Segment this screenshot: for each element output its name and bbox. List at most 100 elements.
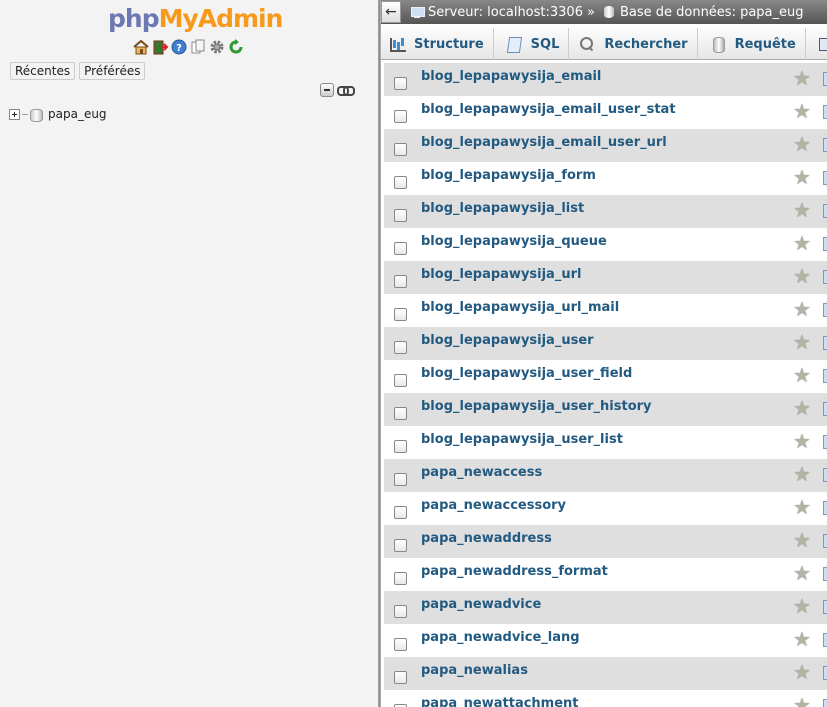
tab-structure[interactable]: Structure xyxy=(381,28,494,60)
favorite-star-icon[interactable]: ★ xyxy=(793,497,811,517)
browse-icon[interactable] xyxy=(823,171,827,185)
tab-search[interactable]: Rechercher xyxy=(569,28,698,60)
browse-icon[interactable] xyxy=(823,105,827,119)
browse-icon[interactable] xyxy=(823,237,827,251)
row-checkbox[interactable] xyxy=(394,472,407,486)
browse-icon[interactable] xyxy=(823,369,827,383)
browse-icon[interactable] xyxy=(823,468,827,482)
phpmyadmin-logo[interactable]: phpMyAdmin xyxy=(108,4,283,33)
browse-icon[interactable] xyxy=(823,699,827,707)
row-checkbox[interactable] xyxy=(394,307,407,321)
favorite-star-icon[interactable]: ★ xyxy=(793,662,811,682)
favorite-star-icon[interactable]: ★ xyxy=(793,68,811,88)
table-name-link[interactable]: blog_lepapawysija_queue xyxy=(421,234,607,249)
table-name-link[interactable]: blog_lepapawysija_user xyxy=(421,333,594,348)
browse-icon[interactable] xyxy=(823,666,827,680)
logout-icon[interactable] xyxy=(152,39,169,55)
browse-icon[interactable] xyxy=(823,204,827,218)
favorite-star-icon[interactable]: ★ xyxy=(793,431,811,451)
reload-icon[interactable] xyxy=(228,39,244,55)
favorite-star-icon[interactable]: ★ xyxy=(793,365,811,385)
favorite-star-icon[interactable]: ★ xyxy=(793,398,811,418)
link-with-main-icon[interactable] xyxy=(337,85,355,96)
browse-icon[interactable] xyxy=(823,336,827,350)
row-checkbox[interactable] xyxy=(394,571,407,585)
favorite-star-icon[interactable]: ★ xyxy=(793,629,811,649)
table-name-link[interactable]: blog_lepapawysija_email_user_url xyxy=(421,135,667,150)
row-checkbox[interactable] xyxy=(394,340,407,354)
table-name-link[interactable]: blog_lepapawysija_user_field xyxy=(421,366,632,381)
favorite-star-icon[interactable]: ★ xyxy=(793,266,811,286)
browse-icon[interactable] xyxy=(823,402,827,416)
row-checkbox[interactable] xyxy=(394,241,407,255)
browse-icon[interactable] xyxy=(823,600,827,614)
browse-icon[interactable] xyxy=(823,270,827,284)
row-checkbox[interactable] xyxy=(394,76,407,90)
table-name-link[interactable]: papa_newattachment xyxy=(421,696,579,707)
row-checkbox[interactable] xyxy=(394,406,407,420)
favorites-tab[interactable]: Préférées xyxy=(79,62,146,80)
favorite-star-icon[interactable]: ★ xyxy=(793,200,811,220)
table-name-link[interactable]: blog_lepapawysija_email_user_stat xyxy=(421,102,676,117)
tab-export[interactable]: E xyxy=(806,28,827,60)
table-name-link[interactable]: papa_newalias xyxy=(421,663,528,678)
help-icon[interactable]: ? xyxy=(171,39,187,55)
row-checkbox[interactable] xyxy=(394,373,407,387)
favorite-star-icon[interactable]: ★ xyxy=(793,596,811,616)
row-checkbox[interactable] xyxy=(394,439,407,453)
favorite-star-icon[interactable]: ★ xyxy=(793,299,811,319)
expand-icon[interactable] xyxy=(9,108,20,120)
row-checkbox[interactable] xyxy=(394,175,407,189)
tree-database-name[interactable]: papa_eug xyxy=(48,107,107,121)
favorite-star-icon[interactable]: ★ xyxy=(793,695,811,707)
table-name-link[interactable]: blog_lepapawysija_url xyxy=(421,267,581,282)
back-arrow-icon[interactable]: ← xyxy=(381,1,401,23)
table-name-link[interactable]: papa_newaddress_format xyxy=(421,564,608,579)
row-checkbox[interactable] xyxy=(394,109,407,123)
table-name-link[interactable]: blog_lepapawysija_form xyxy=(421,168,596,183)
favorite-star-icon[interactable]: ★ xyxy=(793,563,811,583)
favorite-star-icon[interactable]: ★ xyxy=(793,233,811,253)
row-checkbox[interactable] xyxy=(394,703,407,707)
tab-query[interactable]: Requête xyxy=(698,28,806,60)
row-checkbox[interactable] xyxy=(394,274,407,288)
browse-icon[interactable] xyxy=(823,435,827,449)
browse-icon[interactable] xyxy=(823,138,827,152)
recent-tab[interactable]: Récentes xyxy=(10,62,76,80)
row-checkbox[interactable] xyxy=(394,604,407,618)
favorite-star-icon[interactable]: ★ xyxy=(793,101,811,121)
table-name-link[interactable]: blog_lepapawysija_list xyxy=(421,201,584,216)
row-checkbox[interactable] xyxy=(394,670,407,684)
browse-icon[interactable] xyxy=(823,501,827,515)
tab-sql[interactable]: SQL xyxy=(494,28,570,60)
row-checkbox[interactable] xyxy=(394,142,407,156)
table-name-link[interactable]: papa_newaccess xyxy=(421,465,542,480)
favorite-star-icon[interactable]: ★ xyxy=(793,332,811,352)
browse-icon[interactable] xyxy=(823,303,827,317)
home-icon[interactable] xyxy=(133,39,149,55)
table-name-link[interactable]: papa_newadvice xyxy=(421,597,541,612)
row-checkbox[interactable] xyxy=(394,637,407,651)
table-name-link[interactable]: papa_newaccessory xyxy=(421,498,566,513)
collapse-all-icon[interactable] xyxy=(320,83,334,97)
docs-icon[interactable] xyxy=(190,39,206,55)
favorite-star-icon[interactable]: ★ xyxy=(793,134,811,154)
table-name-link[interactable]: papa_newadvice_lang xyxy=(421,630,580,645)
favorite-star-icon[interactable]: ★ xyxy=(793,464,811,484)
table-name-link[interactable]: blog_lepapawysija_url_mail xyxy=(421,300,619,315)
table-name-link[interactable]: papa_newaddress xyxy=(421,531,552,546)
table-name-link[interactable]: blog_lepapawysija_email xyxy=(421,69,601,84)
favorite-star-icon[interactable]: ★ xyxy=(793,167,811,187)
browse-icon[interactable] xyxy=(823,534,827,548)
table-name-link[interactable]: blog_lepapawysija_user_list xyxy=(421,432,623,447)
browse-icon[interactable] xyxy=(823,633,827,647)
table-name-link[interactable]: blog_lepapawysija_user_history xyxy=(421,399,652,414)
favorite-star-icon[interactable]: ★ xyxy=(793,530,811,550)
settings-icon[interactable] xyxy=(209,39,225,55)
breadcrumb-server[interactable]: Serveur: localhost:3306 xyxy=(428,5,583,20)
browse-icon[interactable] xyxy=(823,72,827,86)
row-checkbox[interactable] xyxy=(394,538,407,552)
breadcrumb-database[interactable]: Base de données: papa_eug xyxy=(620,5,804,20)
browse-icon[interactable] xyxy=(823,567,827,581)
row-checkbox[interactable] xyxy=(394,208,407,222)
